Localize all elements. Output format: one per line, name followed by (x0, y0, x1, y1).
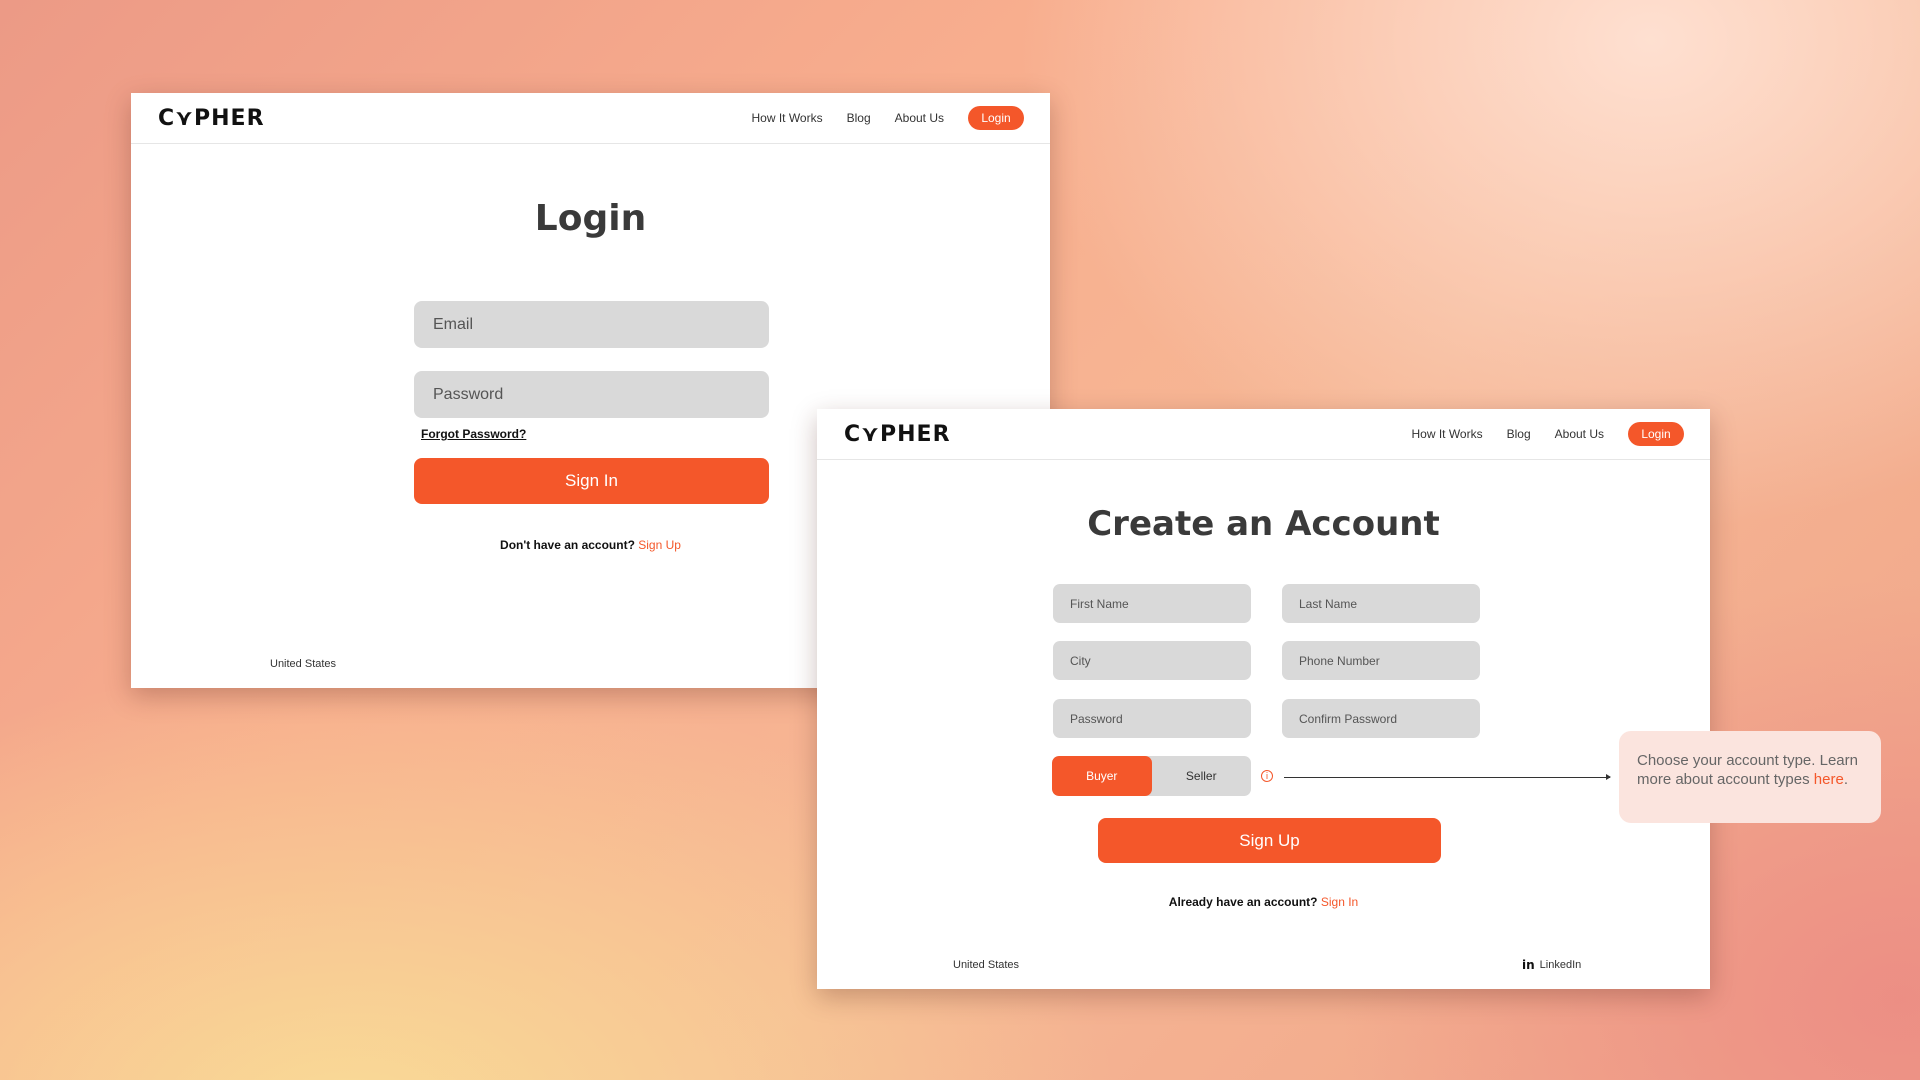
footer-country: United States (270, 658, 337, 670)
sign-up-button[interactable]: Sign Up (1098, 818, 1441, 863)
page-title: Create an Account (1087, 504, 1440, 544)
nav-login-button[interactable]: Login (968, 106, 1024, 130)
password-input[interactable] (1053, 699, 1251, 738)
confirm-password-input[interactable] (1282, 699, 1480, 738)
linkedin-label: LinkedIn (1539, 959, 1582, 971)
signin-prompt: Already have an account? Sign In (817, 895, 1710, 909)
have-account-text: Already have an account? (1168, 895, 1318, 909)
cypher-logo[interactable]: C⋎PHER (158, 106, 265, 131)
nav-how-it-works[interactable]: How It Works (751, 111, 822, 125)
no-account-text: Don't have an account? (500, 538, 635, 552)
first-name-input[interactable] (1053, 584, 1251, 623)
login-navbar: C⋎PHER How It Works Blog About Us Login (131, 93, 1050, 144)
email-input[interactable] (414, 301, 769, 348)
nav-links: How It Works Blog About Us Login (751, 106, 1024, 130)
tooltip-here-link[interactable]: here (1814, 771, 1844, 788)
tooltip-period: . (1843, 771, 1848, 788)
account-type-toggle: Buyer Seller (1052, 756, 1251, 796)
linkedin-link[interactable]: in LinkedIn (1522, 958, 1581, 972)
account-type-buyer[interactable]: Buyer (1052, 756, 1152, 796)
last-name-input[interactable] (1282, 584, 1480, 623)
nav-links: How It Works Blog About Us Login (1411, 422, 1684, 446)
info-icon[interactable]: i (1261, 770, 1273, 782)
account-type-seller[interactable]: Seller (1152, 756, 1252, 796)
cypher-logo[interactable]: C⋎PHER (844, 422, 951, 447)
city-input[interactable] (1053, 641, 1251, 680)
nav-blog[interactable]: Blog (1507, 427, 1531, 441)
account-type-tooltip: Choose your account type. Learn more abo… (1619, 731, 1881, 823)
nav-how-it-works[interactable]: How It Works (1411, 427, 1482, 441)
sign-in-button[interactable]: Sign In (414, 458, 769, 504)
signup-navbar: C⋎PHER How It Works Blog About Us Login (817, 409, 1710, 460)
phone-number-input[interactable] (1282, 641, 1480, 680)
page-title: Login (534, 198, 647, 239)
signup-window: C⋎PHER How It Works Blog About Us Login … (817, 409, 1710, 989)
nav-blog[interactable]: Blog (847, 111, 871, 125)
nav-about-us[interactable]: About Us (895, 111, 944, 125)
footer-country: United States (953, 959, 1020, 971)
forgot-password-link[interactable]: Forgot Password? (421, 427, 526, 441)
nav-login-button[interactable]: Login (1628, 422, 1684, 446)
sign-in-link[interactable]: Sign In (1321, 895, 1358, 909)
nav-about-us[interactable]: About Us (1555, 427, 1604, 441)
linkedin-icon: in (1522, 958, 1535, 972)
password-input[interactable] (414, 371, 769, 418)
annotation-connector-line (1284, 774, 1611, 780)
sign-up-link[interactable]: Sign Up (638, 538, 681, 552)
